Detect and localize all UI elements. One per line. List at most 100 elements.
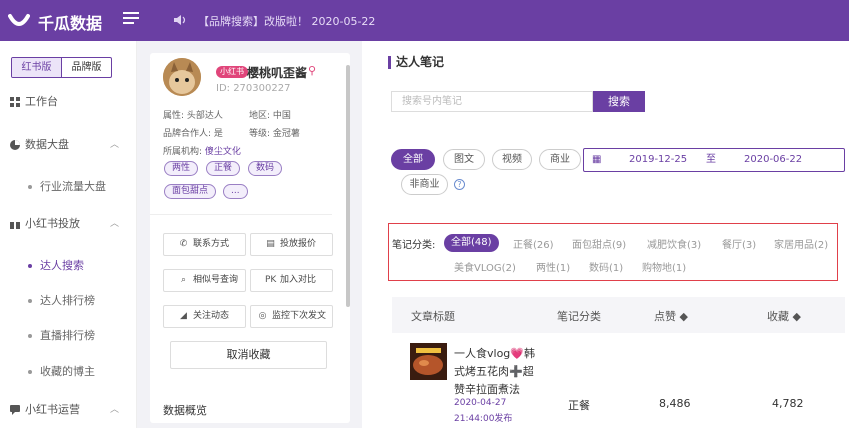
chevron-up-icon: ︿ — [110, 405, 120, 415]
calendar-icon: ▦ — [592, 154, 602, 165]
filter-noncommercial[interactable]: 非商业 — [401, 174, 448, 195]
sidebar-subitem-live-ranking[interactable]: 直播排行榜 — [28, 327, 95, 343]
segment-brand[interactable]: 品牌版 — [62, 58, 111, 77]
section-title: 数据概览 — [163, 404, 207, 417]
category-item[interactable]: 美食VLOG(2) — [454, 259, 516, 274]
search-icon: ⌕ — [180, 275, 187, 285]
note-thumbnail[interactable] — [410, 343, 447, 380]
tag[interactable]: 面包甜点 — [164, 184, 217, 199]
category-item[interactable]: 家居用品(2) — [774, 236, 828, 251]
gift-icon — [10, 219, 20, 229]
agency-link[interactable]: 傻尘文化 — [205, 147, 241, 157]
monitor-icon: ◎ — [258, 311, 267, 321]
filter-all[interactable]: 全部 — [391, 149, 435, 170]
pie-chart-icon — [10, 140, 20, 150]
note-collects: 4,782 — [772, 397, 804, 410]
notes-panel: 达人笔记 搜索号内笔记 搜索 全部 图文 视频 商业 ▦ 2019-12-25 … — [362, 41, 849, 428]
compare-button[interactable]: PK 加入对比 — [250, 269, 333, 292]
category-item[interactable]: 餐厅(3) — [722, 236, 756, 251]
contact-button[interactable]: ✆ 联系方式 — [163, 233, 246, 256]
sidebar-item-label: 工作台 — [25, 95, 58, 108]
brand-name[interactable]: 千瓜数据 — [38, 10, 102, 34]
menu-toggle-icon[interactable] — [123, 12, 139, 26]
sidebar-item-label: 小红书投放 — [25, 217, 80, 230]
chevron-up-icon: ︿ — [110, 140, 120, 150]
attr-type: 属性: 头部达人 — [163, 111, 223, 121]
key-icon[interactable]: ⚲ — [308, 64, 316, 77]
sidebar-subitem-industry[interactable]: 行业流量大盘 — [28, 178, 106, 194]
monitor-post-button[interactable]: ◎ 监控下次发文 — [250, 305, 333, 328]
speaker-icon — [174, 15, 186, 25]
category-filter: 笔记分类: 全部(48) 正餐(26) 面包甜点(9) 减肥饮食(3) 餐厅(3… — [388, 223, 838, 281]
sidebar-item-operations[interactable]: 小红书运营 ︿ — [0, 400, 137, 420]
sidebar-item-ad-placement[interactable]: 小红书投放 ︿ — [0, 214, 137, 234]
category-item[interactable]: 全部(48) — [444, 234, 499, 252]
tag[interactable]: 数码 — [248, 161, 283, 176]
chevron-up-icon: ︿ — [110, 219, 120, 229]
sidebar: 红书版 品牌版 工作台 数据大盘 ︿ 行业流量大盘 小红书投放 ︿ 达人搜索 达… — [0, 41, 137, 428]
attr-region: 地区: 中国 — [249, 111, 291, 121]
search-button[interactable]: 搜索 — [593, 91, 645, 112]
sidebar-subitem-influencer-ranking[interactable]: 达人排行榜 — [28, 292, 95, 308]
sidebar-subitem-influencer-search[interactable]: 达人搜索 — [28, 257, 84, 273]
sidebar-item-label: 数据大盘 — [25, 138, 69, 151]
note-date: 2020-04-27 21:44:00发布 — [454, 398, 513, 424]
col-title: 文章标题 — [411, 310, 455, 323]
date-separator: 至 — [706, 154, 716, 165]
attr-brand-partner: 品牌合作人: 是 — [163, 129, 223, 139]
note-category: 正餐 — [568, 399, 590, 412]
date-start: 2019-12-25 — [629, 154, 688, 165]
sidebar-item-data-overview[interactable]: 数据大盘 ︿ — [0, 135, 137, 155]
chat-icon — [10, 405, 20, 415]
cancel-favorite-button[interactable]: 取消收藏 — [170, 341, 327, 369]
quote-button[interactable]: ▤ 投放报价 — [250, 233, 333, 256]
note-likes: 8,486 — [659, 397, 691, 410]
date-range-picker[interactable]: ▦ 2019-12-25 至 2020-06-22 — [583, 148, 845, 172]
sidebar-item-workbench[interactable]: 工作台 — [0, 92, 137, 112]
grid-icon — [10, 97, 20, 107]
category-item[interactable]: 正餐(26) — [513, 236, 554, 251]
col-collects[interactable]: 收藏 ◆ — [767, 308, 801, 324]
avatar — [163, 58, 201, 96]
version-switch: 红书版 品牌版 — [11, 57, 112, 78]
filter-video[interactable]: 视频 — [492, 149, 532, 170]
scrollbar[interactable] — [346, 65, 350, 307]
tag[interactable]: 两性 — [164, 161, 199, 176]
category-item[interactable]: 面包甜点(9) — [572, 236, 626, 251]
profile-name: 樱桃叽歪酱 — [247, 66, 308, 80]
pk-icon: PK — [265, 275, 277, 285]
filter-commercial[interactable]: 商业 — [539, 149, 581, 170]
divider — [150, 214, 332, 215]
category-label: 笔记分类: — [392, 240, 436, 251]
platform-badge: 小红书 — [216, 66, 248, 78]
similar-search-button[interactable]: ⌕ 相似号查询 — [163, 269, 246, 292]
attr-level: 等级: 金冠薯 — [249, 129, 300, 139]
page-title: 达人笔记 — [388, 56, 444, 69]
logo-icon[interactable] — [8, 10, 30, 30]
notice-text[interactable]: 【品牌搜索】改版啦！ 2020-05-22 — [198, 13, 375, 29]
sidebar-item-label: 小红书运营 — [25, 403, 80, 416]
category-item[interactable]: 减肥饮食(3) — [647, 236, 701, 251]
top-bar: 千瓜数据 【品牌搜索】改版啦！ 2020-05-22 — [0, 0, 849, 41]
phone-icon: ✆ — [179, 239, 188, 249]
category-item[interactable]: 购物地(1) — [642, 259, 686, 274]
date-end: 2020-06-22 — [744, 154, 803, 165]
chart-icon: ◢ — [180, 311, 187, 321]
tag-more[interactable]: ... — [223, 184, 248, 199]
attr-agency: 所属机构: 傻尘文化 — [163, 147, 241, 157]
document-icon: ▤ — [266, 239, 275, 249]
follow-updates-button[interactable]: ◢ 关注动态 — [163, 305, 246, 328]
profile-card: 小红书 樱桃叽歪酱 ⚲ ID: 270300227 属性: 头部达人 地区: 中… — [150, 53, 350, 423]
table-header: 文章标题 笔记分类 点赞 ◆ 收藏 ◆ — [392, 297, 845, 333]
col-category: 笔记分类 — [557, 310, 601, 323]
tag[interactable]: 正餐 — [206, 161, 241, 176]
search-input[interactable]: 搜索号内笔记 — [391, 91, 593, 112]
sidebar-subitem-favorites[interactable]: 收藏的博主 — [28, 363, 95, 379]
note-title[interactable]: 一人食vlog💗韩式烤五花肉➕超赞辛拉面煮法 — [454, 345, 536, 399]
col-likes[interactable]: 点赞 ◆ — [654, 308, 688, 324]
filter-image-text[interactable]: 图文 — [443, 149, 485, 170]
segment-redbook[interactable]: 红书版 — [12, 58, 62, 77]
category-item[interactable]: 两性(1) — [536, 259, 570, 274]
category-item[interactable]: 数码(1) — [589, 259, 623, 274]
help-icon[interactable]: ? — [454, 179, 465, 190]
